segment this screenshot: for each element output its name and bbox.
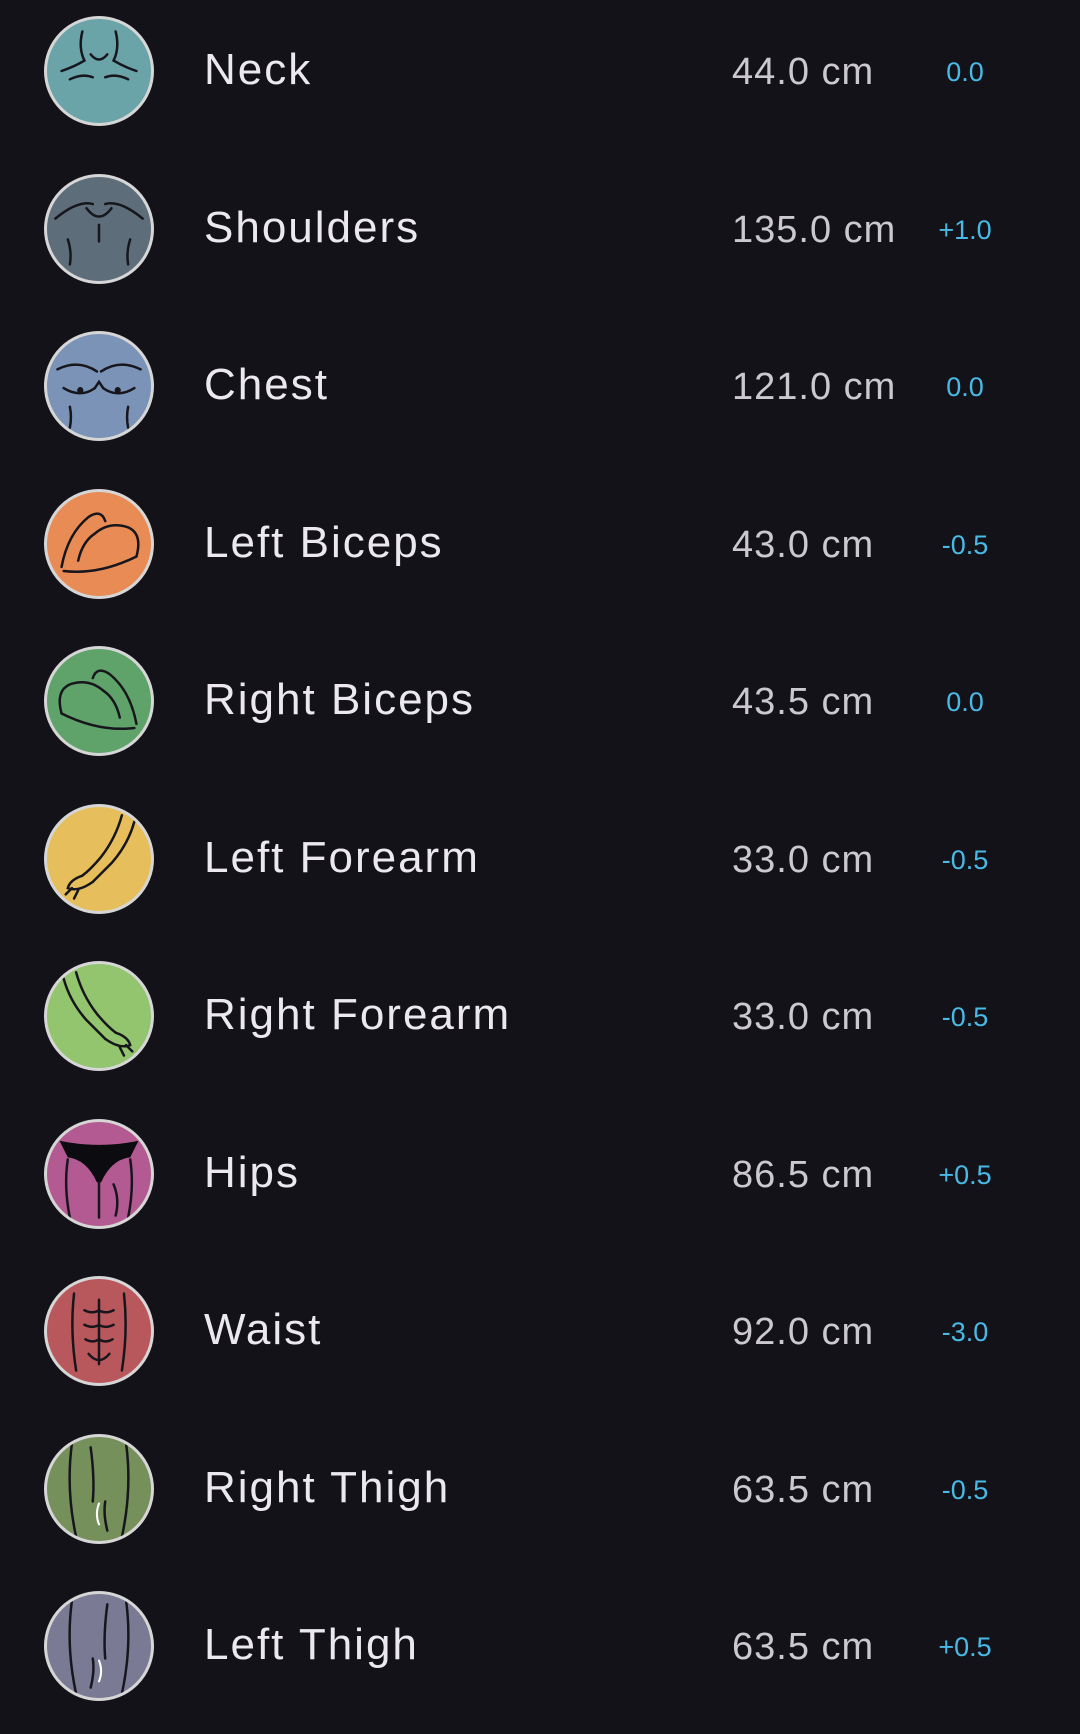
measurement-change: +1.0: [938, 214, 992, 245]
measurement-row-waist[interactable]: Waist 92.0 cm -3.0: [0, 1260, 1080, 1418]
measurement-row-right-biceps[interactable]: Right Biceps 43.5 cm 0.0: [0, 630, 1080, 788]
left-forearm-icon: [44, 803, 154, 914]
measurement-name: Chest: [204, 360, 329, 409]
waist-icon: [44, 1276, 154, 1386]
measurement-value: 43.0 cm: [732, 523, 875, 566]
measurement-value: 33.0 cm: [732, 838, 875, 881]
measurement-name: Right Forearm: [204, 990, 512, 1039]
measurement-row-left-biceps[interactable]: Left Biceps 43.0 cm -0.5: [0, 473, 1080, 631]
measurement-value: 63.5 cm: [732, 1626, 875, 1668]
measurement-row-chest[interactable]: Chest 121.0 cm 0.0: [0, 315, 1080, 473]
chest-icon: [44, 331, 154, 441]
measurement-name: Right Thigh: [204, 1462, 451, 1512]
measurement-change: 0.0: [946, 57, 984, 87]
left-thigh-icon: [44, 1591, 154, 1701]
measurement-name: Left Thigh: [204, 1620, 419, 1669]
measurement-change: 0.0: [946, 372, 984, 402]
neck-icon: [44, 16, 154, 126]
measurement-value: 121.0 cm: [732, 366, 897, 408]
measurement-change: 0.0: [946, 687, 984, 717]
measurement-row-left-forearm[interactable]: Left Forearm 33.0 cm -0.5: [0, 788, 1080, 946]
measurement-name: Hips: [204, 1147, 301, 1197]
measurement-change: +0.5: [938, 1159, 992, 1190]
measurement-change: -0.5: [941, 529, 989, 560]
shoulders-icon: [44, 173, 154, 284]
right-forearm-icon: [44, 961, 154, 1071]
measurement-name: Left Biceps: [204, 517, 444, 567]
left-biceps-icon: [44, 488, 154, 599]
measurement-name: Right Biceps: [204, 675, 476, 724]
measurement-name: Left Forearm: [204, 832, 480, 882]
measurement-change: +0.5: [938, 1632, 992, 1662]
measurement-row-hips[interactable]: Hips 86.5 cm +0.5: [0, 1103, 1080, 1261]
measurements-list: Neck 44.0 cm 0.0 Shoulders 135.0 cm +1.0…: [0, 0, 1080, 1734]
measurement-value: 135.0 cm: [732, 208, 897, 251]
measurement-change: -0.5: [941, 1002, 989, 1032]
measurement-row-shoulders[interactable]: Shoulders 135.0 cm +1.0: [0, 158, 1080, 316]
right-biceps-icon: [44, 646, 154, 756]
measurement-value: 63.5 cm: [732, 1468, 875, 1511]
measurement-row-right-thigh[interactable]: Right Thigh 63.5 cm -0.5: [0, 1418, 1080, 1576]
measurement-value: 92.0 cm: [732, 1311, 875, 1353]
measurement-change: -0.5: [941, 844, 989, 875]
measurement-name: Shoulders: [204, 202, 421, 252]
measurement-name: Waist: [204, 1305, 323, 1354]
measurement-value: 43.5 cm: [732, 681, 875, 723]
hips-icon: [44, 1118, 154, 1229]
right-thigh-icon: [44, 1433, 154, 1544]
measurement-row-right-forearm[interactable]: Right Forearm 33.0 cm -0.5: [0, 945, 1080, 1103]
measurement-value: 86.5 cm: [732, 1153, 875, 1196]
measurement-change: -3.0: [941, 1317, 989, 1347]
measurement-change: -0.5: [941, 1474, 989, 1505]
measurement-value: 33.0 cm: [732, 996, 875, 1038]
measurement-value: 44.0 cm: [732, 51, 875, 93]
measurement-row-neck[interactable]: Neck 44.0 cm 0.0: [0, 0, 1080, 158]
measurement-name: Neck: [204, 45, 313, 94]
measurement-row-left-thigh[interactable]: Left Thigh 63.5 cm +0.5: [0, 1575, 1080, 1733]
